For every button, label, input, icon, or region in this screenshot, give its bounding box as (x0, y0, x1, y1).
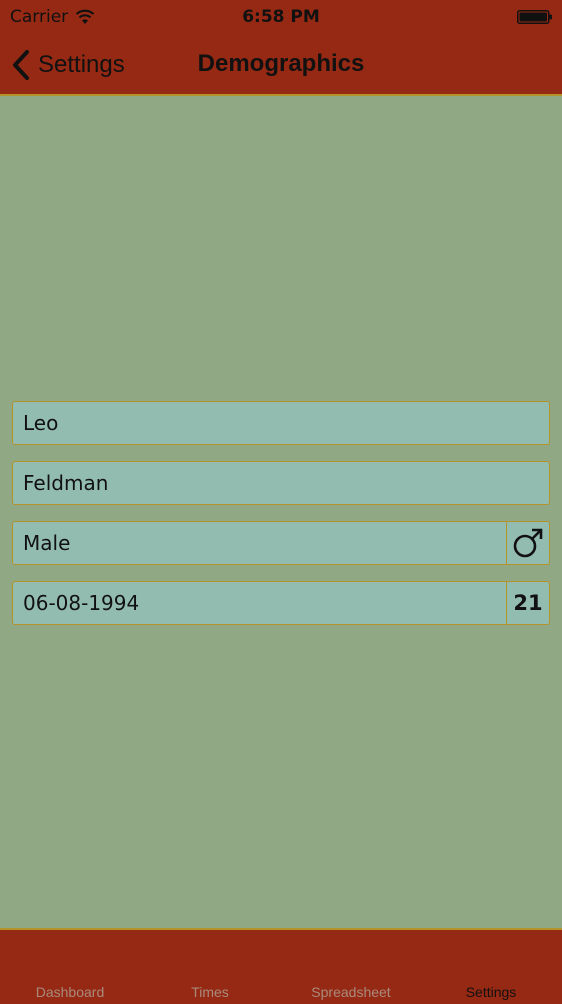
tab-bar: Dashboard Times Spreadsheet Settings (0, 928, 562, 1004)
male-symbol-icon (513, 528, 543, 558)
page-title: Demographics (197, 50, 365, 77)
battery-icon (517, 10, 552, 24)
status-bar: Carrier 6:58 PM (0, 0, 562, 34)
navigation-bar: Settings Demographics (0, 34, 562, 96)
first-name-input[interactable] (13, 402, 549, 444)
first-name-field (12, 401, 550, 445)
birthdate-input[interactable] (13, 582, 506, 624)
header: Carrier 6:58 PM Settings Demographics (0, 0, 562, 96)
gender-input[interactable] (13, 522, 506, 564)
tab-settings[interactable]: Settings (421, 984, 561, 1000)
tab-times[interactable]: Times (140, 984, 280, 1000)
age-display: 21 (506, 582, 549, 624)
clock: 6:58 PM (242, 7, 320, 27)
gender-toggle-button[interactable] (506, 522, 549, 564)
last-name-field (12, 461, 550, 505)
tab-spreadsheet[interactable]: Spreadsheet (281, 984, 421, 1000)
last-name-input[interactable] (13, 462, 549, 504)
birthdate-field: 21 (12, 581, 550, 625)
age-value: 21 (513, 591, 543, 615)
tab-dashboard[interactable]: Dashboard (0, 984, 140, 1000)
gender-field (12, 521, 550, 565)
